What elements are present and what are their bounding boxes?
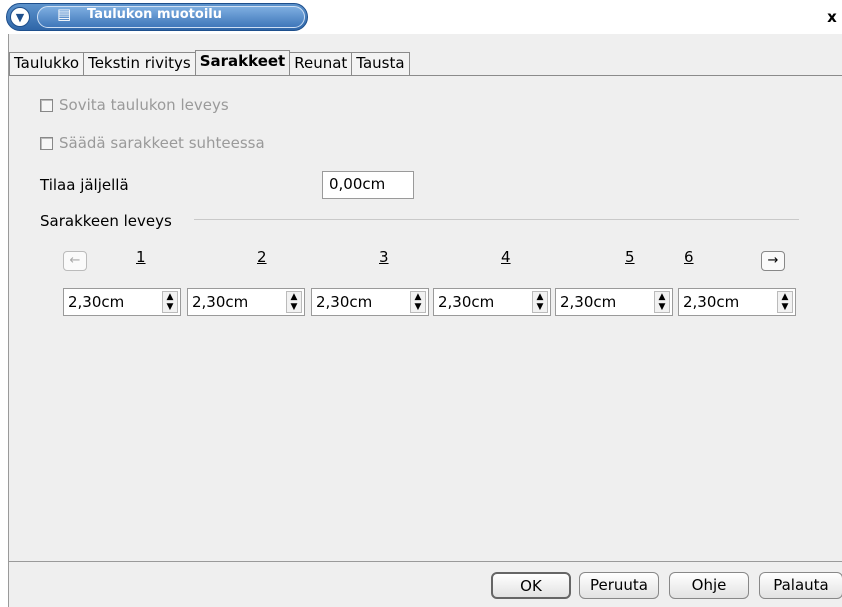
- spin-arrows-icon[interactable]: ▲ ▼: [777, 291, 793, 313]
- column-width-value-6[interactable]: 2,30cm: [683, 293, 739, 311]
- scroll-right-icon[interactable]: →: [761, 251, 785, 271]
- spin-arrows-icon[interactable]: ▲ ▼: [410, 291, 426, 313]
- remaining-space-label: Tilaa jäljellä: [40, 176, 129, 194]
- scroll-left-icon[interactable]: ←: [63, 251, 87, 271]
- column-number-2: 2: [257, 248, 267, 266]
- reset-button[interactable]: Palauta: [759, 572, 842, 599]
- spin-arrows-icon[interactable]: ▲ ▼: [162, 291, 178, 313]
- column-width-spinner-5[interactable]: 2,30cm ▲ ▼: [555, 288, 673, 316]
- dialog-body: Taulukko Tekstin rivitys Sarakkeet Reuna…: [8, 34, 842, 607]
- column-width-spinner-1[interactable]: 2,30cm ▲ ▼: [63, 288, 181, 316]
- column-width-value-1[interactable]: 2,30cm: [68, 293, 124, 311]
- adjust-proportional-label: Säädä sarakkeet suhteessa: [59, 134, 265, 152]
- tab-sarakkeet[interactable]: Sarakkeet: [194, 50, 291, 76]
- column-width-value-5[interactable]: 2,30cm: [560, 293, 616, 311]
- column-number-5: 5: [625, 248, 635, 266]
- tab-taulukko[interactable]: Taulukko: [9, 52, 85, 76]
- ok-button[interactable]: OK: [491, 572, 571, 599]
- column-number-6: 6: [684, 248, 694, 266]
- title-bar: ▼ ▤ Taulukon muotoilu x: [0, 0, 842, 34]
- document-icon: ▤: [57, 5, 72, 23]
- adjust-proportional-option[interactable]: Säädä sarakkeet suhteessa: [40, 134, 265, 152]
- column-number-4: 4: [501, 248, 511, 266]
- column-width-spinner-3[interactable]: 2,30cm ▲ ▼: [311, 288, 429, 316]
- button-area-divider: [9, 561, 842, 562]
- tab-tausta[interactable]: Tausta: [351, 52, 410, 76]
- adjust-proportional-checkbox[interactable]: [40, 136, 53, 150]
- title-bar-bubble: ▼ ▤ Taulukon muotoilu: [6, 3, 308, 31]
- spin-arrows-icon[interactable]: ▲ ▼: [654, 291, 670, 313]
- fit-width-option[interactable]: Sovita taulukon leveys: [40, 96, 229, 114]
- column-width-spinner-4[interactable]: 2,30cm ▲ ▼: [433, 288, 551, 316]
- remaining-space-field[interactable]: 0,00cm: [322, 171, 414, 199]
- fit-width-label: Sovita taulukon leveys: [59, 96, 229, 114]
- column-width-value-4[interactable]: 2,30cm: [438, 293, 494, 311]
- window-menu-icon[interactable]: ▼: [10, 7, 30, 27]
- window-title: Taulukon muotoilu: [87, 7, 222, 22]
- column-width-section-label: Sarakkeen leveys: [40, 212, 172, 230]
- tab-tekstin-rivitys[interactable]: Tekstin rivitys: [83, 52, 196, 76]
- tab-bar: Taulukko Tekstin rivitys Sarakkeet Reuna…: [9, 50, 410, 76]
- tab-divider: [9, 75, 842, 76]
- tab-reunat[interactable]: Reunat: [289, 52, 353, 76]
- close-icon[interactable]: x: [822, 8, 842, 28]
- column-width-value-2[interactable]: 2,30cm: [192, 293, 248, 311]
- column-width-value-3[interactable]: 2,30cm: [316, 293, 372, 311]
- help-button[interactable]: Ohje: [669, 572, 749, 599]
- column-width-spinner-2[interactable]: 2,30cm ▲ ▼: [187, 288, 305, 316]
- spin-arrows-icon[interactable]: ▲ ▼: [286, 291, 302, 313]
- column-width-spinner-6[interactable]: 2,30cm ▲ ▼: [678, 288, 796, 316]
- section-divider: [194, 219, 799, 220]
- column-number-3: 3: [379, 248, 389, 266]
- column-number-1: 1: [136, 248, 146, 266]
- cancel-button[interactable]: Peruuta: [579, 572, 659, 599]
- fit-width-checkbox[interactable]: [40, 98, 53, 112]
- spin-arrows-icon[interactable]: ▲ ▼: [532, 291, 548, 313]
